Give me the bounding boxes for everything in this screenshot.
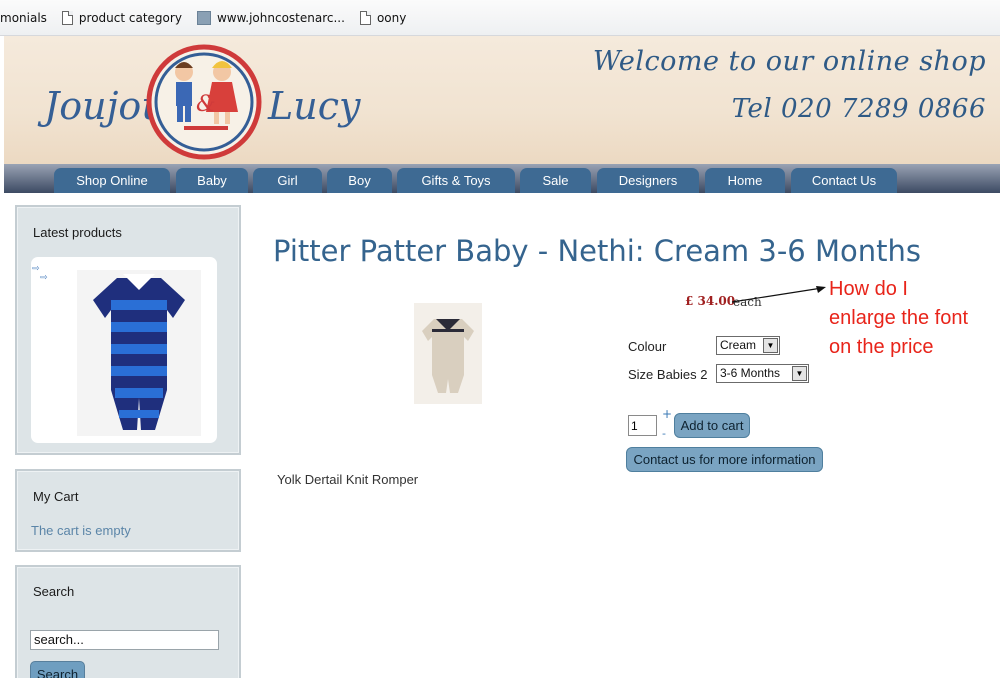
logo-text-right: Lucy [268, 84, 361, 128]
add-to-cart-button[interactable]: Add to cart [674, 413, 750, 438]
latest-product-card[interactable]: ⇨ ⇨ [31, 257, 217, 443]
site-logo[interactable]: Joujou & Lucy [44, 42, 364, 160]
search-input[interactable]: search... [30, 630, 219, 650]
arrow-icon: ⇨ [40, 273, 48, 283]
latest-products-panel: Latest products ⇨ ⇨ [15, 205, 241, 455]
nav-home[interactable]: Home [705, 168, 785, 193]
bookmark-item[interactable]: www.johncostenarc... [196, 10, 345, 25]
increment-icon[interactable]: + [662, 407, 672, 421]
quantity-input[interactable]: 1 [628, 415, 657, 436]
bookmark-label: product category [78, 10, 182, 25]
annotation-line: How do I [829, 278, 908, 300]
favicon-icon [196, 10, 211, 25]
welcome-text: Welcome to our online shop [592, 46, 986, 77]
bookmark-item[interactable]: product category [61, 10, 182, 25]
product-price: £ 34.00 [685, 294, 736, 308]
chevron-down-icon[interactable]: ▼ [763, 338, 778, 353]
annotation-note: How do I enlarge the font on the price [829, 275, 999, 362]
nav-shop-online[interactable]: Shop Online [54, 168, 170, 193]
arrow-icon: ⇨ [32, 264, 40, 274]
nav-designers[interactable]: Designers [597, 168, 699, 193]
search-button[interactable]: Search [30, 661, 85, 678]
product-image[interactable] [414, 303, 482, 404]
my-cart-title: My Cart [33, 489, 79, 504]
size-label: Size Babies 2 [628, 367, 708, 382]
logo-ampersand: & [196, 92, 216, 117]
search-panel: Search search... Search [15, 565, 241, 678]
decrement-icon[interactable]: - [662, 427, 666, 440]
page-icon [61, 10, 73, 25]
bookmark-label: oony [376, 10, 407, 25]
nav-gifts-toys[interactable]: Gifts & Toys [397, 168, 515, 193]
bookmark-item[interactable]: monials [0, 11, 47, 25]
nav-baby[interactable]: Baby [176, 168, 248, 193]
annotation-arrow-icon [731, 286, 826, 303]
nav-girl[interactable]: Girl [253, 168, 322, 193]
page-icon [359, 10, 371, 25]
bookmark-label: monials [0, 10, 47, 25]
chevron-down-icon[interactable]: ▼ [792, 366, 807, 381]
latest-products-title: Latest products [33, 225, 122, 240]
phone-number: Tel 020 7289 0866 [731, 94, 986, 124]
bookmark-label: www.johncostenarc... [216, 10, 345, 25]
annotation-line: enlarge the font [829, 307, 968, 329]
bookmarks-bar: monials product category www.johncostena… [0, 0, 1000, 36]
search-title: Search [33, 584, 75, 599]
site-header: Joujou & Lucy Welcome to our online shop… [4, 36, 1000, 164]
size-select-value: 3-6 Months [720, 366, 781, 380]
nav-sale[interactable]: Sale [520, 168, 591, 193]
romper-product-image[interactable] [77, 270, 201, 436]
nav-boy[interactable]: Boy [327, 168, 392, 193]
colour-select[interactable]: Cream ▼ [716, 336, 780, 355]
product-title: Pitter Patter Baby - Nethi: Cream 3-6 Mo… [273, 234, 921, 268]
contact-info-button[interactable]: Contact us for more information [626, 447, 823, 472]
cart-empty-text: The cart is empty [31, 523, 131, 538]
my-cart-panel: My Cart The cart is empty [15, 469, 241, 552]
product-description: Yolk Dertail Knit Romper [277, 472, 419, 487]
colour-select-value: Cream [720, 338, 757, 352]
annotation-line: on the price [829, 336, 934, 358]
nav-contact-us[interactable]: Contact Us [791, 168, 897, 193]
bookmark-item[interactable]: oony [359, 10, 407, 25]
colour-label: Colour [628, 339, 667, 354]
size-select[interactable]: 3-6 Months ▼ [716, 364, 809, 383]
